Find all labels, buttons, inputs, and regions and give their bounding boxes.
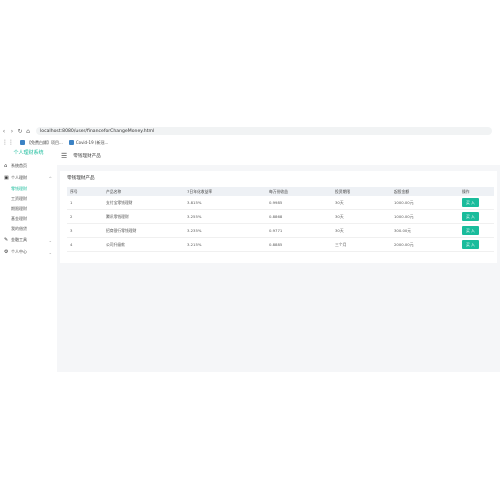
table-row: 2 腾讯零钱理财 3.255% 0.8868 30天 1000.00元 买 入 bbox=[67, 209, 494, 224]
cell-term: 三个月 bbox=[332, 237, 391, 252]
bookmark-favicon-icon bbox=[68, 140, 74, 145]
sidebar-item-my-center[interactable]: ⚙ 个人中心 ⌄ bbox=[0, 246, 57, 258]
cell-no: 3 bbox=[67, 223, 103, 238]
forward-icon[interactable]: › bbox=[8, 128, 16, 135]
sidebar-item-personal-finance[interactable]: ▣ 个人理财 ^ bbox=[0, 172, 57, 184]
column-header: 操作 bbox=[459, 187, 494, 196]
cell-min: 1000.00元 bbox=[391, 209, 459, 224]
sidebar-item-label: 个人理财 bbox=[11, 175, 27, 180]
chevron-down-icon: ⌄ bbox=[48, 237, 52, 243]
chevron-up-icon: ^ bbox=[48, 175, 52, 181]
sidebar-subitem-salary-finance[interactable]: 工资理财 bbox=[0, 194, 57, 204]
sidebar-subitem-my-loans[interactable]: 我的借贷 bbox=[0, 224, 57, 234]
table-row: 1 支付宝零钱理财 3.815% 0.9985 30天 1000.00元 买 入 bbox=[67, 196, 494, 210]
browser-toolbar: ‹ › ↻ ⌂ localhost:8080/user/financeforCh… bbox=[0, 126, 500, 136]
main-content: ☰ 零钱理财产品 零钱理财产品 序号 产品名称 7日年化收益率 每万份收益 投资… bbox=[57, 147, 500, 372]
cell-term: 30天 bbox=[332, 209, 391, 224]
sidebar-subitem-change-finance[interactable]: 零钱理财 bbox=[0, 184, 57, 194]
sidebar-subitem-fund-finance[interactable]: 基金理财 bbox=[0, 214, 57, 224]
cell-income: 0.9771 bbox=[266, 223, 332, 238]
cell-min: 1000.00元 bbox=[391, 196, 459, 210]
table-row: 3 招商银行零钱理财 3.235% 0.9771 30天 300.00元 买 入 bbox=[67, 223, 494, 238]
cell-rate: 3.235% bbox=[184, 223, 266, 238]
column-header: 7日年化收益率 bbox=[184, 187, 266, 196]
card-title: 零钱理财产品 bbox=[67, 176, 95, 181]
cell-min: 2000.00元 bbox=[391, 237, 459, 252]
product-card: 零钱理财产品 序号 产品名称 7日年化收益率 每万份收益 投资期限 起投金额 操… bbox=[60, 171, 497, 263]
cell-name: 腾讯零钱理财 bbox=[103, 209, 184, 224]
buy-button[interactable]: 买 入 bbox=[462, 240, 479, 249]
sidebar-item-label: 金融工具 bbox=[11, 237, 27, 242]
bookmark-label: 【免费白嫖】项目... bbox=[27, 139, 63, 145]
cell-income: 0.8885 bbox=[266, 237, 332, 252]
cell-rate: 3.215% bbox=[184, 237, 266, 252]
cell-term: 30天 bbox=[332, 196, 391, 210]
cell-rate: 3.255% bbox=[184, 209, 266, 224]
home-icon[interactable]: ⌂ bbox=[24, 128, 32, 135]
cell-action: 买 入 bbox=[459, 237, 494, 252]
cell-term: 30天 bbox=[332, 223, 391, 238]
cell-action: 买 入 bbox=[459, 209, 494, 224]
bookmark-item[interactable]: 【免费白嫖】项目... bbox=[20, 140, 63, 146]
cell-name: 支付宝零钱理财 bbox=[103, 196, 184, 210]
cell-no: 1 bbox=[67, 196, 103, 210]
sidebar-subitem-term-finance[interactable]: 期限理财 bbox=[0, 204, 57, 214]
column-header: 每万份收益 bbox=[266, 187, 332, 196]
cell-rate: 3.815% bbox=[184, 196, 266, 210]
cell-action: 买 入 bbox=[459, 196, 494, 210]
cell-min: 300.00元 bbox=[391, 223, 459, 238]
chevron-down-icon: ⌄ bbox=[48, 249, 52, 255]
column-header: 投资期限 bbox=[332, 187, 391, 196]
column-header: 序号 bbox=[67, 187, 103, 196]
back-icon[interactable]: ‹ bbox=[0, 128, 8, 135]
buy-button[interactable]: 买 入 bbox=[462, 212, 479, 221]
reload-icon[interactable]: ↻ bbox=[16, 128, 24, 135]
system-title: 个人理财系统 bbox=[13, 150, 44, 156]
url-text: localhost:8080/user/financeforChangeMone… bbox=[40, 128, 155, 134]
top-bar: ☰ 零钱理财产品 bbox=[57, 147, 500, 165]
cell-name: 招商银行零钱理财 bbox=[103, 223, 184, 238]
buy-button[interactable]: 买 入 bbox=[462, 198, 479, 207]
table-header-row: 序号 产品名称 7日年化收益率 每万份收益 投资期限 起投金额 操作 bbox=[67, 187, 494, 196]
cell-name: 公司升级款 bbox=[103, 237, 184, 252]
gear-icon: ⚙ bbox=[4, 249, 9, 255]
table-row: 4 公司升级款 3.215% 0.8885 三个月 2000.00元 买 入 bbox=[67, 237, 494, 252]
column-header: 产品名称 bbox=[103, 187, 184, 196]
sidebar: 个人理财系统 ⌂ 系统首页 ▣ 个人理财 ^ 零钱理财 工资理财 期限理财 基金… bbox=[0, 147, 58, 372]
bookmark-label: Covid-19 (新冠... bbox=[75, 139, 109, 145]
product-table: 序号 产品名称 7日年化收益率 每万份收益 投资期限 起投金额 操作 1 支付宝… bbox=[67, 187, 494, 252]
bookmark-favicon-icon bbox=[20, 140, 25, 145]
sidebar-item-home[interactable]: ⌂ 系统首页 bbox=[0, 160, 57, 172]
buy-button[interactable]: 买 入 bbox=[462, 226, 479, 235]
cell-no: 4 bbox=[67, 237, 103, 252]
cell-action: 买 入 bbox=[459, 223, 494, 238]
bookmark-item[interactable]: Covid-19 (新冠... bbox=[68, 139, 109, 146]
wallet-icon: ▣ bbox=[4, 175, 9, 181]
column-header: 起投金额 bbox=[391, 187, 459, 196]
sidebar-item-label: 系统首页 bbox=[11, 163, 27, 168]
apps-icon[interactable]: ⋮⋮ bbox=[2, 139, 14, 146]
menu-toggle-icon[interactable]: ☰ bbox=[61, 152, 67, 160]
cell-income: 0.9985 bbox=[266, 196, 332, 210]
house-icon: ⌂ bbox=[4, 163, 8, 169]
breadcrumb: 零钱理财产品 bbox=[73, 154, 101, 159]
cell-income: 0.8868 bbox=[266, 209, 332, 224]
cell-no: 2 bbox=[67, 209, 103, 224]
sidebar-item-finance-tools[interactable]: ✎ 金融工具 ⌄ bbox=[0, 234, 57, 246]
address-bar[interactable]: localhost:8080/user/financeforChangeMone… bbox=[36, 127, 492, 135]
sidebar-item-label: 个人中心 bbox=[11, 249, 27, 254]
wrench-icon: ✎ bbox=[4, 237, 9, 243]
